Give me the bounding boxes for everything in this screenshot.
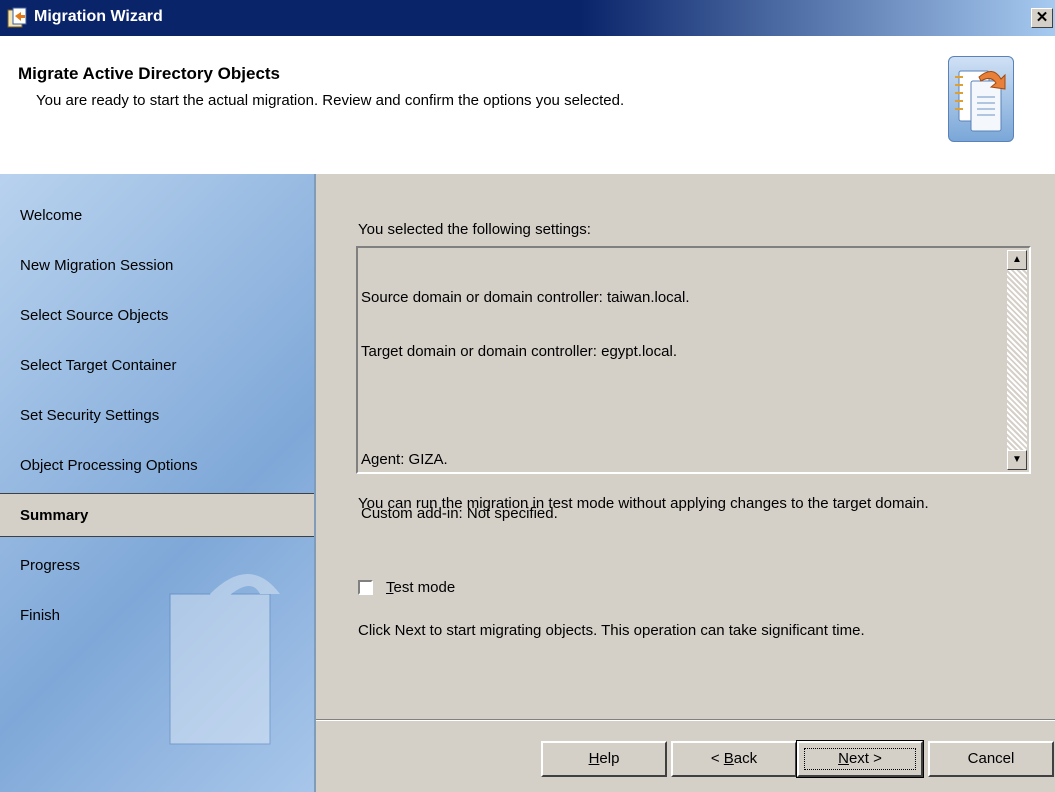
vertical-scrollbar[interactable]: ▲ ▼ — [1007, 250, 1027, 470]
settings-line: Agent: GIZA. — [361, 451, 448, 468]
settings-label: You selected the following settings: — [358, 221, 591, 238]
sidebar-item-new-migration-session: New Migration Session — [20, 257, 174, 274]
sidebar-item-select-target-container: Select Target Container — [20, 357, 177, 374]
help-button[interactable]: Help — [541, 741, 667, 777]
wizard-content: You selected the following settings: Sou… — [316, 174, 1055, 792]
wizard-header: Migrate Active Directory Objects You are… — [0, 36, 1055, 173]
migration-app-icon — [7, 7, 27, 28]
wizard-steps-sidebar: Welcome New Migration Session Select Sou… — [0, 174, 316, 792]
window-title: Migration Wizard — [34, 8, 163, 25]
settings-summary-textbox[interactable]: Source domain or domain controller: taiw… — [356, 246, 1031, 522]
sidebar-item-set-security-settings: Set Security Settings — [20, 407, 160, 424]
test-mode-checkbox[interactable] — [358, 580, 373, 595]
button-separator — [316, 719, 1055, 721]
sidebar-item-finish: Finish — [20, 607, 61, 624]
page-title: Migrate Active Directory Objects — [18, 64, 281, 83]
sidebar-item-progress: Progress — [20, 557, 81, 574]
next-step-description: Click Next to start migrating objects. T… — [358, 622, 865, 639]
settings-line: Target domain or domain controller: egyp… — [361, 343, 677, 360]
test-mode-description: You can run the migration in test mode w… — [358, 495, 929, 512]
next-button[interactable]: Next > — [796, 740, 924, 778]
sidebar-item-welcome: Welcome — [20, 207, 83, 224]
sidebar-item-object-processing-options: Object Processing Options — [20, 457, 198, 474]
sidebar-item-select-source-objects: Select Source Objects — [20, 307, 169, 324]
settings-line: Source domain or domain controller: taiw… — [361, 289, 690, 306]
close-icon[interactable]: ✕ — [1031, 8, 1053, 28]
scroll-down-icon[interactable]: ▼ — [1007, 450, 1027, 470]
back-button[interactable]: < Back — [671, 741, 797, 777]
page-subtitle: You are ready to start the actual migrat… — [36, 92, 625, 109]
title-bar: Migration Wizard ✕ — [0, 0, 1055, 36]
settings-line — [361, 397, 690, 415]
wizard-document-icon — [948, 56, 1014, 142]
test-mode-label[interactable]: Test mode — [386, 579, 455, 596]
sidebar-item-summary: Summary — [0, 493, 314, 537]
scroll-up-icon[interactable]: ▲ — [1007, 250, 1027, 270]
cancel-button[interactable]: Cancel — [928, 741, 1054, 777]
